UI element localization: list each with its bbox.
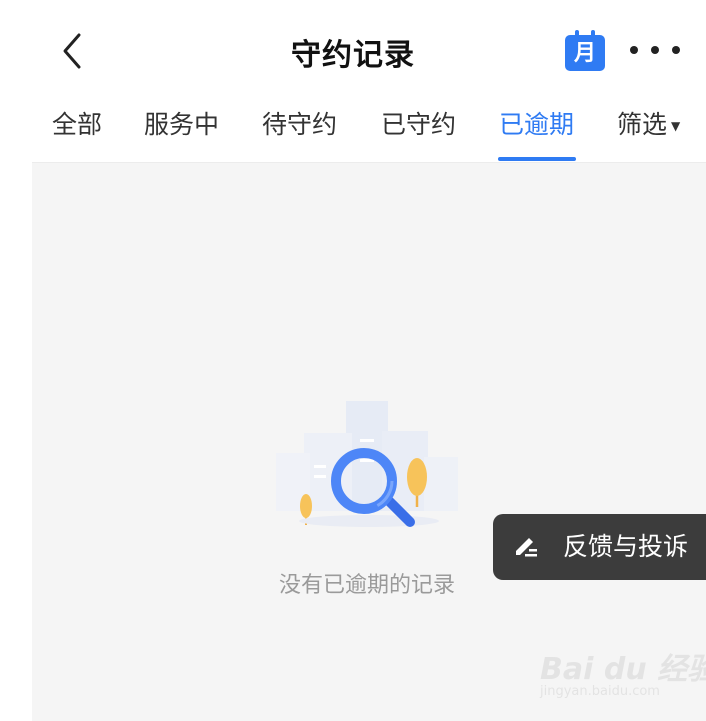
tab-pending[interactable]: 待守约 <box>262 106 337 144</box>
watermark-url: jingyan.baidu.com <box>540 684 660 699</box>
more-dot <box>630 46 638 54</box>
tab-kept[interactable]: 已守约 <box>381 106 456 144</box>
tab-filter[interactable]: 筛选 ▼ <box>617 106 680 145</box>
status-tabs: 全部 服务中 待守约 已守约 已逾期 筛选 ▼ <box>0 100 706 162</box>
calendar-button[interactable]: 月 <box>562 28 608 74</box>
records-content: 没有已逾期的记录 <box>32 162 706 721</box>
edit-pen-icon <box>516 538 537 557</box>
tab-overdue[interactable]: 已逾期 <box>499 106 574 144</box>
tab-in-service[interactable]: 服务中 <box>144 106 219 144</box>
calendar-label: 月 <box>573 41 596 66</box>
calendar-ring-right <box>591 30 595 40</box>
more-button[interactable] <box>630 30 680 70</box>
caret-down-icon: ▼ <box>671 119 681 133</box>
feedback-label: 反馈与投诉 <box>563 532 689 561</box>
tab-all[interactable]: 全部 <box>52 106 102 144</box>
more-dot <box>651 46 659 54</box>
active-tab-indicator <box>498 157 576 161</box>
magnifier-illustration-icon <box>276 401 458 527</box>
header-bar: 守约记录 月 <box>0 0 706 100</box>
calendar-ring-left <box>575 30 579 40</box>
more-dot <box>672 46 680 54</box>
filter-label: 筛选 <box>617 110 668 139</box>
watermark: Bai du 经验 jingyan.baidu.com <box>540 644 706 710</box>
watermark-brand: Bai du 经验 <box>540 652 706 687</box>
feedback-complaint-button[interactable]: 反馈与投诉 <box>493 514 706 580</box>
